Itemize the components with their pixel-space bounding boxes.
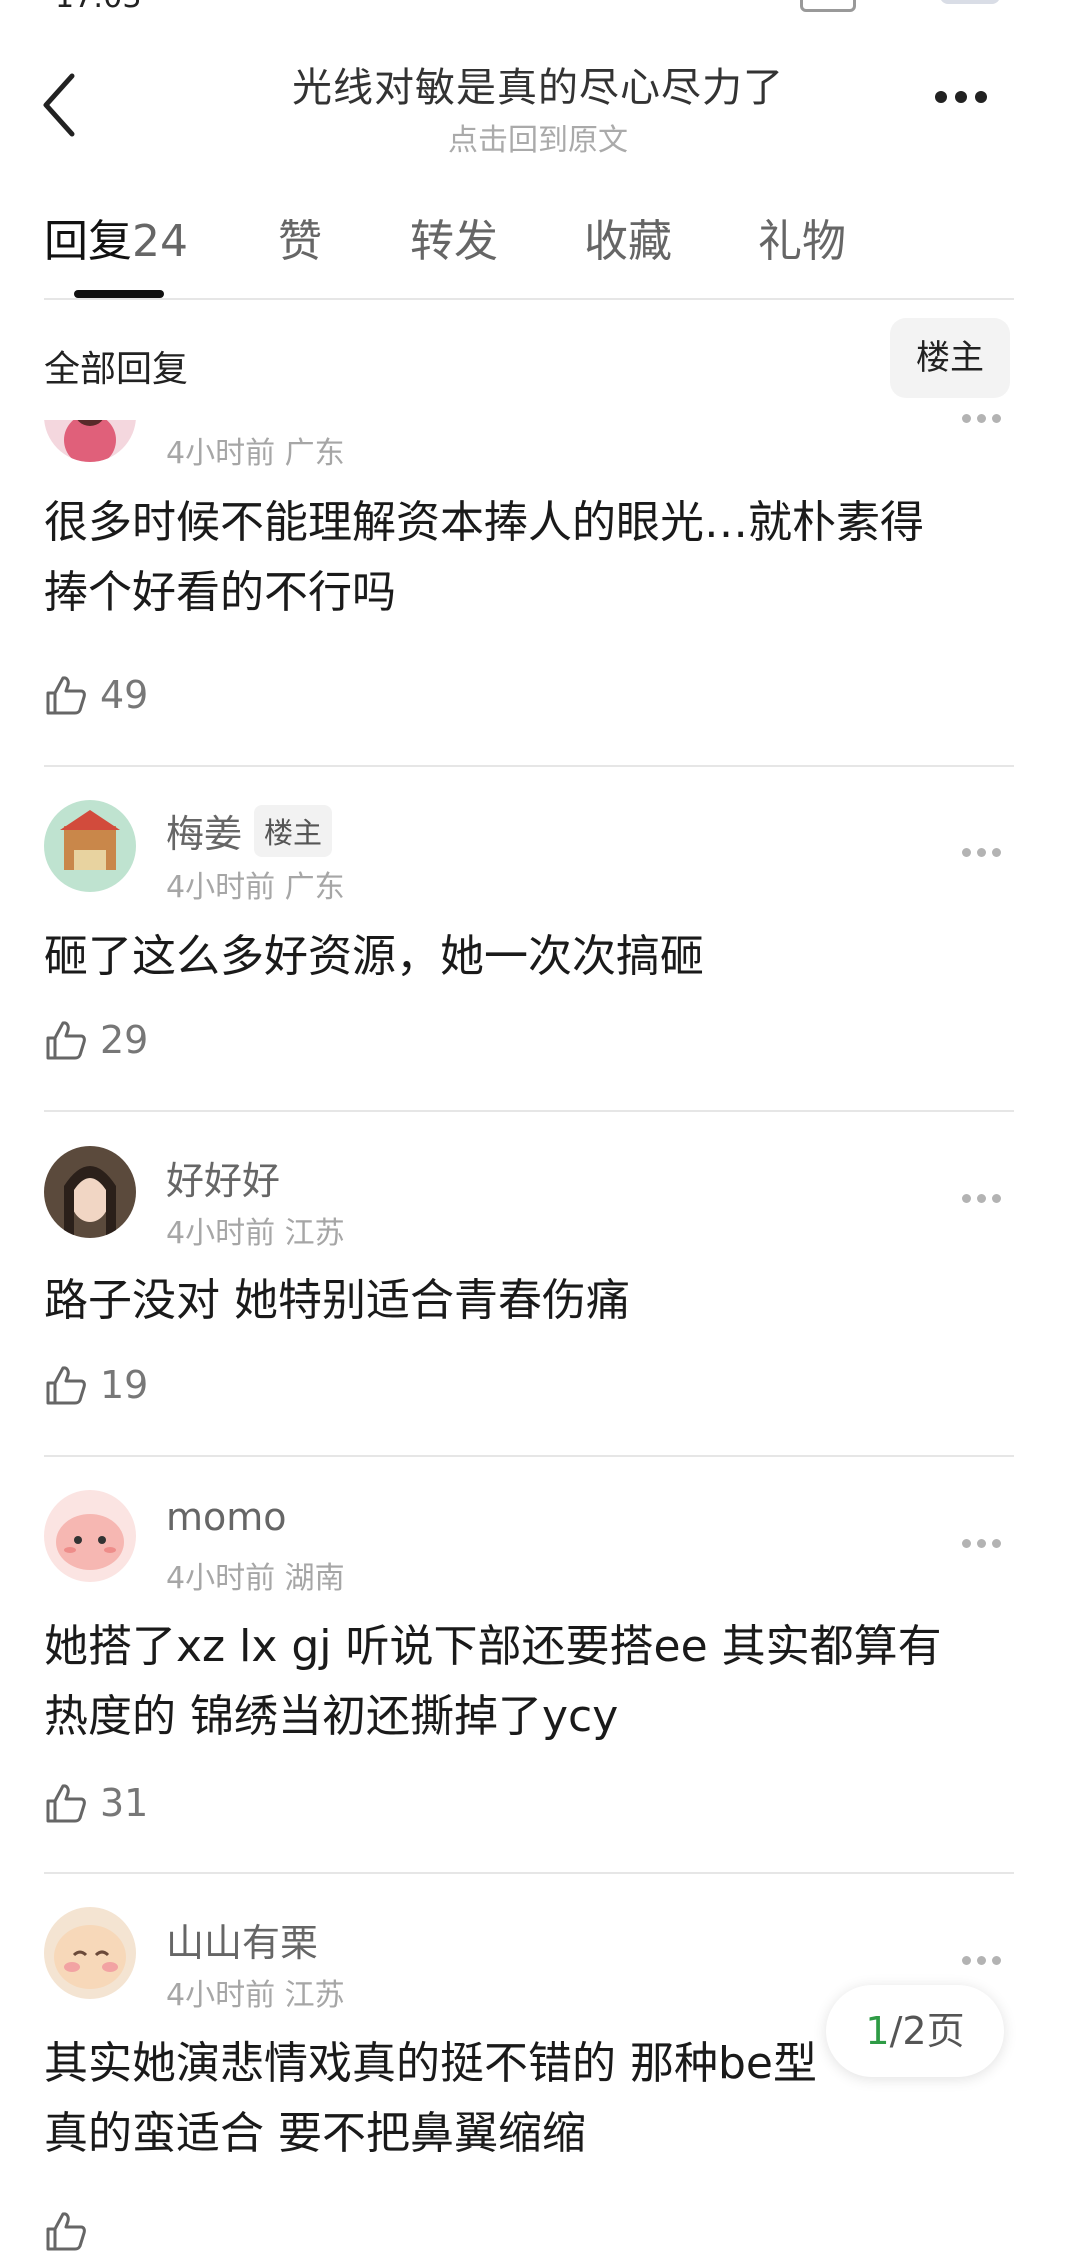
- comment-meta: 4小时前 江苏: [166, 1978, 345, 2013]
- comment-text: 很多时候不能理解资本捧人的眼光…就朴素得 捧个好看的不行吗: [44, 497, 924, 618]
- tab-reposts[interactable]: 转发: [410, 205, 498, 269]
- username[interactable]: 好好好: [166, 1159, 280, 1203]
- comment-text: 路子没对 她特别适合青春伤痛: [44, 1275, 630, 1326]
- username[interactable]: 梅姜: [166, 803, 242, 858]
- tab-replies[interactable]: 回复24: [44, 205, 188, 269]
- tab-favorites[interactable]: 收藏: [584, 205, 672, 269]
- more-dots-icon: [962, 1194, 971, 1203]
- thumbs-up-icon: [46, 1784, 86, 1823]
- comment-header: momo: [166, 1495, 287, 1539]
- like-button[interactable]: [44, 2206, 88, 2256]
- total-pages: /2页: [889, 2009, 965, 2053]
- like-button[interactable]: 31: [44, 1778, 148, 1828]
- comment-text: 她搭了xz lx gj 听说下部还要搭ee 其实都算有 热度的 锦绣当初还撕掉了…: [44, 1621, 942, 1742]
- like-button[interactable]: 19: [44, 1360, 148, 1410]
- comment-header: 好好好: [166, 1150, 280, 1205]
- like-button[interactable]: 29: [44, 1015, 148, 1065]
- thumbs-up-icon: [46, 676, 86, 715]
- more-dots-icon: [935, 91, 947, 103]
- like-count: 49: [100, 673, 149, 717]
- comment-divider: [44, 1455, 1014, 1457]
- tab-replies-count: 24: [132, 216, 188, 267]
- tab-indicator: [74, 290, 164, 298]
- thumbs-up-icon: [46, 1021, 86, 1060]
- thumbs-up-icon: [46, 2212, 86, 2251]
- comment-text: 砸了这么多好资源，她一次次搞砸: [44, 931, 704, 982]
- current-page: 1: [865, 2009, 890, 2053]
- comment-more-button[interactable]: [962, 1950, 1012, 1966]
- avatar[interactable]: [44, 1490, 136, 1582]
- comment-header: 山山有栗: [166, 1912, 318, 1967]
- avatar[interactable]: [44, 800, 136, 892]
- page-indicator[interactable]: 1/2页: [826, 1985, 1004, 2077]
- battery-icon: [800, 0, 856, 12]
- owner-only-button[interactable]: 楼主: [890, 318, 1010, 398]
- more-dots-icon: [962, 414, 971, 423]
- status-time: 17:03: [55, 0, 141, 14]
- comment-meta: 4小时前 江苏: [166, 1216, 345, 1251]
- more-dots-icon: [962, 848, 971, 857]
- comment-meta: 4小时前 广东: [166, 870, 345, 905]
- comment-more-button[interactable]: [962, 1188, 1012, 1204]
- more-dots-icon: [962, 1539, 971, 1548]
- tabs-divider: [44, 298, 1014, 300]
- comment-meta: 4小时前 湖南: [166, 1561, 345, 1596]
- comment-more-button[interactable]: [962, 1533, 1012, 1549]
- comment-divider: [44, 1872, 1014, 1874]
- avatar[interactable]: [44, 1146, 136, 1238]
- all-replies-label: 全部回复: [44, 349, 189, 390]
- tab-likes[interactable]: 赞: [278, 205, 322, 269]
- comment-more-button[interactable]: [962, 842, 1012, 858]
- page-title: 光线对敏是真的尽心尽力了: [292, 65, 784, 111]
- back-button[interactable]: [38, 70, 88, 140]
- tab-gifts[interactable]: 礼物: [758, 205, 846, 269]
- username[interactable]: momo: [166, 1495, 287, 1539]
- back-to-original-link[interactable]: 点击回到原文: [180, 115, 896, 159]
- username[interactable]: 山山有栗: [166, 1921, 318, 1965]
- avatar[interactable]: [44, 1907, 136, 1999]
- owner-badge: 楼主: [254, 804, 333, 857]
- more-options-button[interactable]: [935, 88, 1005, 118]
- like-count: 29: [100, 1018, 149, 1062]
- tab-replies-label: 回复: [44, 216, 132, 267]
- comment-meta: 4小时前 广东: [166, 436, 345, 471]
- back-arrow-icon: [43, 73, 75, 137]
- comment-divider: [44, 1110, 1014, 1112]
- thumbs-up-icon: [46, 1366, 86, 1405]
- comment-header: 梅姜 楼主: [166, 803, 333, 858]
- like-count: 31: [100, 1781, 149, 1825]
- more-dots-icon: [962, 1956, 971, 1965]
- comment-divider: [44, 765, 1014, 767]
- like-count: 19: [100, 1363, 149, 1407]
- status-bar: 17:03: [0, 0, 1076, 14]
- comment-more-button[interactable]: [962, 408, 1012, 424]
- like-button[interactable]: 49: [44, 670, 148, 720]
- status-pill: [940, 0, 1000, 4]
